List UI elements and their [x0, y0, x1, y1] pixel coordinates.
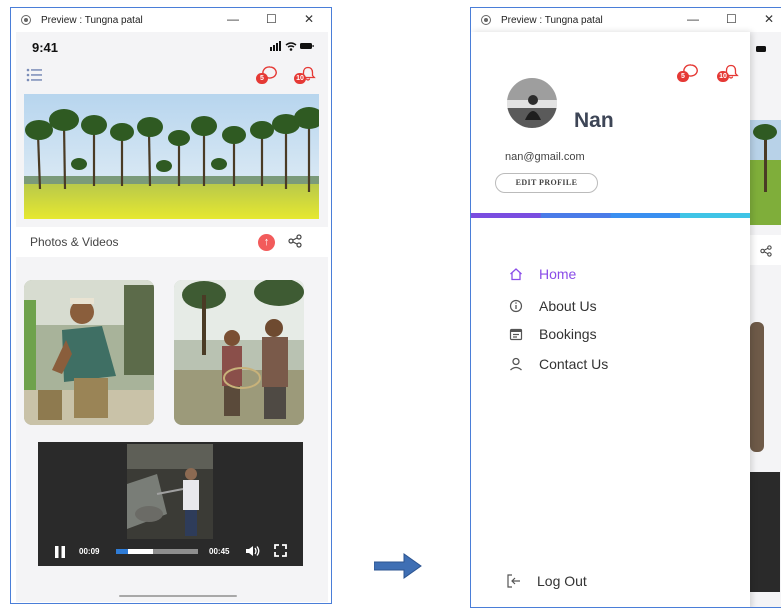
video-progress-track[interactable] — [116, 549, 198, 554]
drawer-item-label: Bookings — [539, 326, 597, 342]
drawer-chat-badge-button[interactable]: 5 — [677, 64, 699, 82]
window-titlebar-right: Preview : Tungna patal — ☐ ✕ — [471, 8, 781, 32]
video-player[interactable]: 00:09 00:45 — [38, 442, 303, 566]
minimize-icon[interactable]: — — [227, 12, 239, 26]
preview-window-left: Preview : Tungna patal — ☐ ✕ 9:41 5 10 P… — [10, 7, 332, 604]
drawer-item-contact-us[interactable]: Contact Us — [509, 356, 608, 372]
profile-avatar[interactable] — [507, 78, 557, 128]
logout-icon — [507, 574, 521, 588]
drawer-item-home[interactable]: Home — [509, 266, 576, 282]
upload-button[interactable]: ↑ — [258, 234, 275, 251]
person-icon — [509, 357, 523, 371]
pause-button[interactable] — [54, 545, 66, 558]
phone-screen: 9:41 5 10 Photos & Videos ↑ 00:09 00:45 — [16, 32, 328, 602]
drawer-item-about-us[interactable]: About Us — [509, 298, 597, 314]
logout-button[interactable]: Log Out — [507, 573, 587, 589]
drawer-item-label: About Us — [539, 298, 597, 314]
gallery-photo-2[interactable] — [174, 280, 304, 425]
edit-profile-button[interactable]: EDIT PROFILE — [495, 173, 598, 193]
notification-badge-button[interactable]: 10 — [294, 66, 316, 84]
app-icon-right — [481, 15, 491, 25]
status-bar: 9:41 — [16, 32, 328, 60]
video-frame — [127, 444, 213, 539]
gallery-photo-1[interactable] — [24, 280, 154, 425]
video-duration: 00:45 — [209, 547, 230, 556]
profile-email: nan@gmail.com — [505, 151, 585, 163]
section-title: Photos & Videos — [30, 235, 119, 249]
fullscreen-icon[interactable] — [274, 544, 287, 562]
section-header: Photos & Videos ↑ — [16, 227, 328, 257]
share-icon[interactable] — [288, 234, 302, 253]
notification-count-badge: 10 — [294, 73, 306, 84]
home-indicator — [119, 595, 237, 597]
chat-badge-button[interactable]: 5 — [256, 66, 278, 84]
transition-arrow-icon — [373, 553, 422, 584]
calendar-icon — [509, 327, 523, 341]
profile-name: Nan — [574, 109, 614, 132]
maximize-icon-right[interactable]: ☐ — [726, 12, 737, 26]
maximize-icon[interactable]: ☐ — [266, 12, 277, 26]
home-icon — [509, 267, 523, 281]
drawer-notification-count: 10 — [717, 71, 729, 82]
background-app — [750, 32, 781, 607]
drawer-notification-badge-button[interactable]: 10 — [717, 64, 739, 82]
minimize-icon-right[interactable]: — — [687, 12, 699, 26]
app-icon — [21, 15, 31, 25]
hero-image — [24, 94, 319, 219]
drawer-chat-count: 5 — [677, 71, 689, 82]
status-time: 9:41 — [32, 40, 59, 55]
window-title-right: Preview : Tungna patal — [501, 14, 603, 26]
drawer-divider-gradient — [471, 213, 750, 218]
window-titlebar: Preview : Tungna patal — ☐ ✕ — [11, 8, 331, 32]
close-icon-right[interactable]: ✕ — [764, 12, 774, 26]
drawer-item-label: Contact Us — [539, 356, 609, 372]
share-icon-background — [760, 244, 772, 262]
navigation-drawer: 5 10 Nan nan@gmail.com EDIT PROFILE Home… — [471, 32, 750, 607]
menu-list-icon[interactable] — [26, 68, 42, 87]
video-buffer-marker — [116, 549, 128, 554]
window-title: Preview : Tungna patal — [41, 14, 143, 26]
info-icon — [509, 299, 523, 313]
logout-label: Log Out — [537, 573, 587, 589]
close-icon[interactable]: ✕ — [304, 12, 314, 26]
volume-icon[interactable] — [245, 544, 261, 562]
preview-window-right: Preview : Tungna patal — ☐ ✕ 5 10 Nan na… — [470, 7, 781, 608]
system-icons — [270, 41, 314, 54]
signal-wifi-battery-icon — [270, 41, 314, 51]
drawer-item-label: Home — [539, 266, 577, 282]
video-elapsed: 00:09 — [79, 547, 100, 556]
drawer-item-bookings[interactable]: Bookings — [509, 326, 597, 342]
chat-count-badge: 5 — [256, 73, 268, 84]
